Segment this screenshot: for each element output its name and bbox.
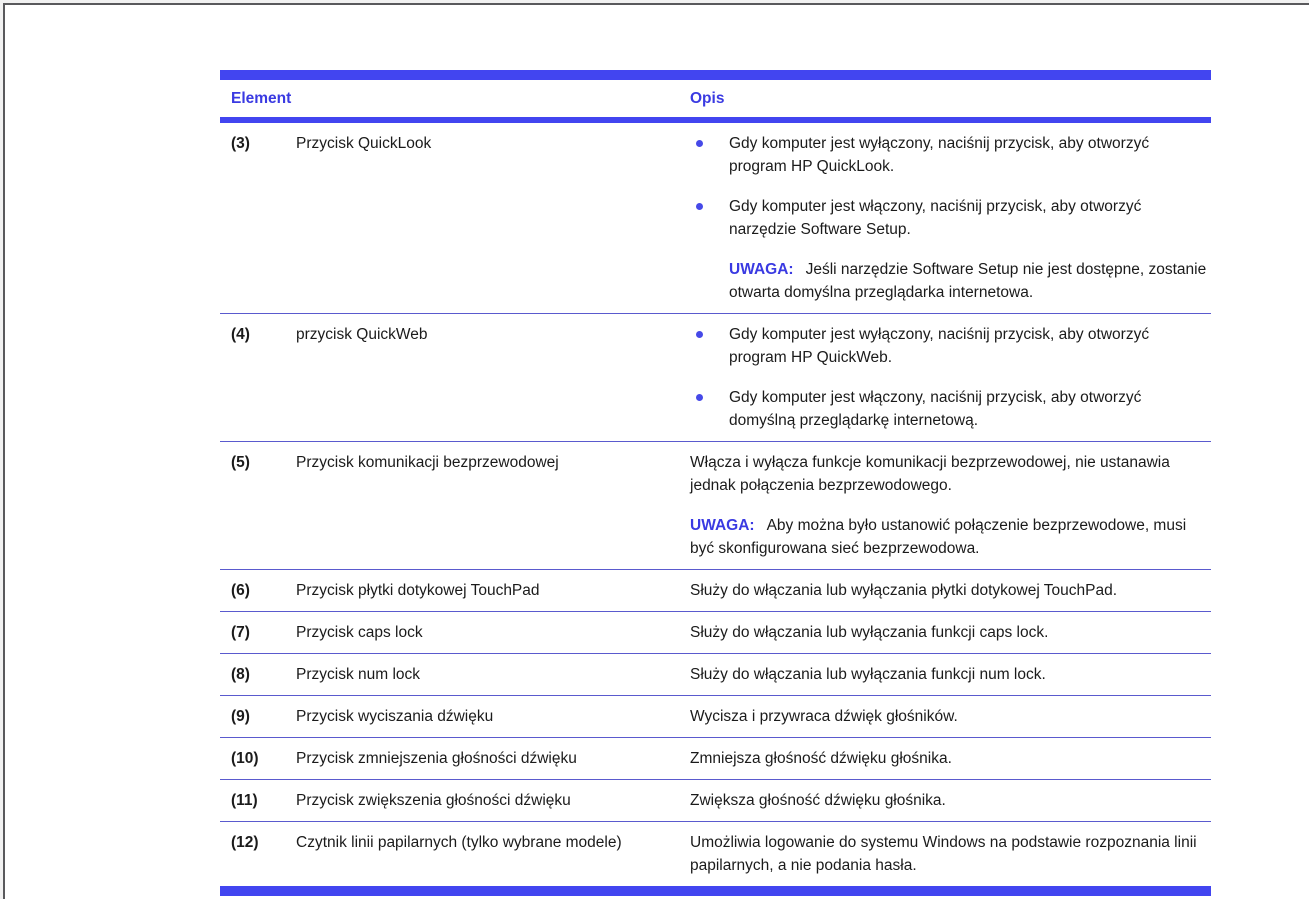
row-element-label: Przycisk wyciszania dźwięku xyxy=(296,708,494,725)
page-left-border xyxy=(3,3,5,899)
table-row: (12) Czytnik linii papilarnych (tylko wyb… xyxy=(220,822,1211,886)
row-description: Wycisza i przywraca dźwięk głośników. xyxy=(690,705,1211,728)
column-header-element: Element xyxy=(231,90,292,107)
row-element-label: Czytnik linii papilarnych (tylko wybrane… xyxy=(296,834,622,851)
row-number: (4) xyxy=(231,326,250,343)
table-row: (11) Przycisk zwiększenia głośności dźwię… xyxy=(220,780,1211,822)
table-row: (8) Przycisk num lock Służy do włączania l… xyxy=(220,654,1211,696)
row-description: Służy do włączania lub wyłączania funkcj… xyxy=(690,663,1211,686)
row-description: Włącza i wyłącza funkcje komunikacji bez… xyxy=(690,451,1211,560)
row-element-label: Przycisk płytki dotykowej TouchPad xyxy=(296,582,540,599)
table-top-bar xyxy=(220,70,1211,80)
row-number: (8) xyxy=(231,666,250,683)
table-row: (9) Przycisk wyciszania dźwięku Wycisza i … xyxy=(220,696,1211,738)
row-number: (9) xyxy=(231,708,250,725)
table-row: (4) przycisk QuickWeb Gdy komputer jest wy… xyxy=(220,314,1211,442)
row-number: (11) xyxy=(231,792,258,809)
row-number: (5) xyxy=(231,454,250,471)
bullet-icon xyxy=(696,331,703,338)
row-description: Zmniejsza głośność dźwięku głośnika. xyxy=(690,747,1211,770)
bullet-list-item: Gdy komputer jest wyłączony, naciśnij pr… xyxy=(690,132,1211,178)
row-number: (7) xyxy=(231,624,250,641)
page-top-border xyxy=(0,3,1309,5)
row-description: Gdy komputer jest wyłączony, naciśnij pr… xyxy=(690,132,1211,304)
note-label: UWAGA: xyxy=(690,517,755,534)
bullet-text: Gdy komputer jest włączony, naciśnij prz… xyxy=(729,198,1142,238)
note-text: Jeśli narzędzie Software Setup nie jest … xyxy=(729,261,1207,301)
row-description: Umożliwia logowanie do systemu Windows n… xyxy=(690,831,1211,877)
bullet-text: Gdy komputer jest włączony, naciśnij prz… xyxy=(729,389,1142,429)
table-bottom-bar xyxy=(220,886,1211,896)
bullet-list-item: Gdy komputer jest włączony, naciśnij prz… xyxy=(690,195,1211,241)
bullet-icon xyxy=(696,394,703,401)
row-number: (10) xyxy=(231,750,259,767)
row-number: (6) xyxy=(231,582,250,599)
row-description: Służy do włączania lub wyłączania płytki… xyxy=(690,579,1211,602)
element-description-table: Element Opis (3) Przycisk QuickLook Gdy ko… xyxy=(220,70,1211,896)
description-paragraph: Umożliwia logowanie do systemu Windows n… xyxy=(690,834,1197,874)
description-paragraph: Włącza i wyłącza funkcje komunikacji bez… xyxy=(690,454,1170,494)
description-paragraph: Zwiększa głośność dźwięku głośnika. xyxy=(690,792,946,809)
row-element-label: Przycisk zmniejszenia głośności dźwięku xyxy=(296,750,577,767)
description-paragraph: Wycisza i przywraca dźwięk głośników. xyxy=(690,708,958,725)
column-header-opis: Opis xyxy=(690,90,725,107)
note-label: UWAGA: xyxy=(729,261,794,278)
row-element-label: Przycisk caps lock xyxy=(296,624,423,641)
row-element-label: Przycisk QuickLook xyxy=(296,135,432,152)
bullet-list-item: Gdy komputer jest włączony, naciśnij prz… xyxy=(690,386,1211,432)
table-row: (3) Przycisk QuickLook Gdy komputer jest w… xyxy=(220,123,1211,314)
bullet-icon xyxy=(696,140,703,147)
row-element-label: Przycisk zwiększenia głośności dźwięku xyxy=(296,792,571,809)
row-element-label: Przycisk num lock xyxy=(296,666,421,683)
table-row: (7) Przycisk caps lock Służy do włączania … xyxy=(220,612,1211,654)
row-number: (12) xyxy=(231,834,259,851)
note-paragraph: UWAGA: Jeśli narzędzie Software Setup nie… xyxy=(729,258,1211,304)
description-paragraph: Zmniejsza głośność dźwięku głośnika. xyxy=(690,750,952,767)
note-paragraph: UWAGA: Aby można było ustanowić połączeni… xyxy=(690,514,1211,560)
table-body: (3) Przycisk QuickLook Gdy komputer jest w… xyxy=(220,123,1211,886)
table-header-row: Element Opis xyxy=(220,80,1211,117)
row-description: Zwiększa głośność dźwięku głośnika. xyxy=(690,789,1211,812)
description-paragraph: Służy do włączania lub wyłączania płytki… xyxy=(690,582,1118,599)
bullet-text: Gdy komputer jest wyłączony, naciśnij pr… xyxy=(729,326,1150,366)
bullet-list-item: Gdy komputer jest wyłączony, naciśnij pr… xyxy=(690,323,1211,369)
row-element-label: przycisk QuickWeb xyxy=(296,326,428,343)
table-row: (6) Przycisk płytki dotykowej TouchPad Słu… xyxy=(220,570,1211,612)
description-paragraph: Służy do włączania lub wyłączania funkcj… xyxy=(690,666,1046,683)
description-paragraph: Służy do włączania lub wyłączania funkcj… xyxy=(690,624,1049,641)
table-row: (10) Przycisk zmniejszenia głośności dźwi… xyxy=(220,738,1211,780)
table-row: (5) Przycisk komunikacji bezprzewodowej Wł… xyxy=(220,442,1211,570)
note-text: Aby można było ustanowić połączenie bezp… xyxy=(690,517,1187,557)
row-description: Gdy komputer jest wyłączony, naciśnij pr… xyxy=(690,323,1211,432)
bullet-icon xyxy=(696,203,703,210)
row-description: Służy do włączania lub wyłączania funkcj… xyxy=(690,621,1211,644)
bullet-text: Gdy komputer jest wyłączony, naciśnij pr… xyxy=(729,135,1150,175)
row-number: (3) xyxy=(231,135,250,152)
row-element-label: Przycisk komunikacji bezprzewodowej xyxy=(296,454,559,471)
